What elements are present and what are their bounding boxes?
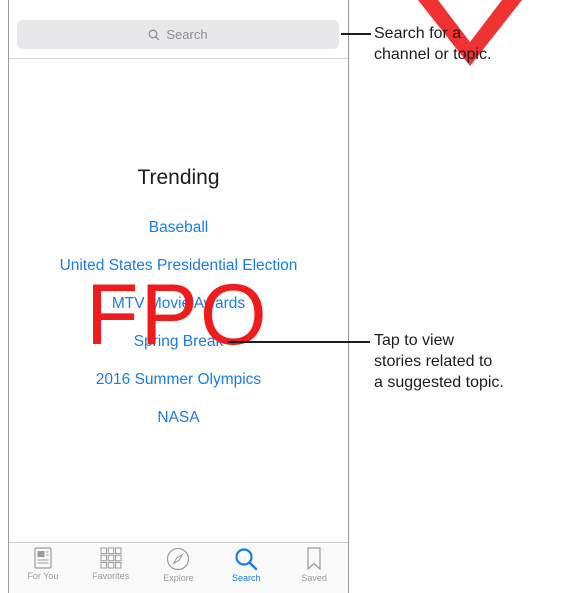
search-icon <box>148 29 160 40</box>
compass-icon <box>167 547 190 571</box>
phone-screen: Search Trending Baseball United States P… <box>8 0 349 593</box>
trending-heading: Trending <box>137 166 220 189</box>
trending-topic-link[interactable]: United States Presidential Election <box>9 256 348 294</box>
trending-list: Baseball United States Presidential Elec… <box>9 218 348 446</box>
topic-callout: Tap to view stories related to a suggest… <box>374 330 504 393</box>
trending-topic-link[interactable]: Spring Break <box>9 332 348 370</box>
tab-for-you[interactable]: For You <box>13 543 73 581</box>
tab-label: Saved <box>301 573 327 583</box>
tab-saved[interactable]: Saved <box>284 543 344 583</box>
callout-line-text: Tap to view <box>374 332 455 349</box>
tab-label: Search <box>232 573 261 583</box>
callout-line-text: Search for a <box>374 25 462 42</box>
tab-explore[interactable]: Explore <box>148 543 208 583</box>
callout-line-text: channel or topic. <box>374 46 492 63</box>
tab-label: Explore <box>163 573 194 583</box>
tab-search[interactable]: Search <box>216 543 276 583</box>
callout-line-text: stories related to <box>374 353 493 370</box>
search-placeholder: Search <box>166 27 208 42</box>
divider <box>9 58 348 59</box>
topic-callout-line <box>228 341 370 343</box>
callout-line-text: a suggested topic. <box>374 374 504 391</box>
tab-label: For You <box>27 571 59 581</box>
favorites-grid-icon <box>100 547 122 569</box>
search-callout: Search for a channel or topic. <box>374 23 491 65</box>
for-you-icon <box>34 547 52 569</box>
trending-topic-link[interactable]: MTV Movie Awards <box>9 294 348 332</box>
bookmark-icon <box>307 547 321 571</box>
search-input[interactable]: Search <box>17 20 339 49</box>
tab-label: Favorites <box>92 571 130 581</box>
trending-topic-link[interactable]: 2016 Summer Olympics <box>9 370 348 408</box>
search-icon <box>235 548 258 571</box>
trending-topic-link[interactable]: NASA <box>9 408 348 446</box>
tab-bar: For You Favorites Explore Search Saved <box>9 542 348 593</box>
search-callout-line <box>341 33 371 35</box>
tab-favorites[interactable]: Favorites <box>81 543 141 581</box>
trending-topic-link[interactable]: Baseball <box>9 218 348 256</box>
